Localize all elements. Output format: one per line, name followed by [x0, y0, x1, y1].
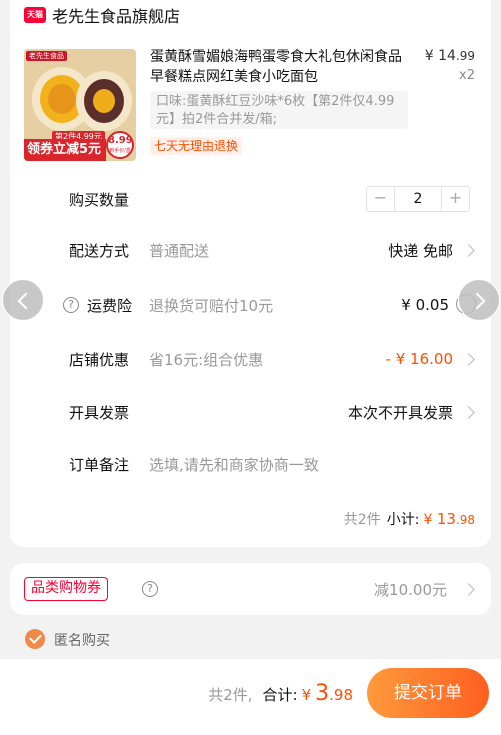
invoice-label: 开具发票 — [69, 403, 130, 422]
chevron-right-icon — [462, 352, 475, 366]
invoice-row[interactable]: 开具发票 本次不开具发票 — [10, 397, 491, 427]
coupon-tag: 品类购物券 — [24, 577, 108, 601]
delivery-sub: 普通配送 — [149, 241, 210, 260]
previous-arrow-icon[interactable] — [2, 279, 44, 321]
help-icon[interactable]: ? — [63, 297, 79, 313]
subtotal: 共2件 小计: ¥ 13.98 — [344, 509, 475, 529]
store-discount-value: - ¥ 16.00 — [385, 350, 453, 368]
product-quantity: x2 — [459, 68, 475, 83]
quantity-stepper[interactable]: − 2 + — [366, 186, 470, 212]
freight-insurance-label: 运费险 — [87, 296, 133, 315]
product-spec[interactable]: 口味:蛋黄酥红豆沙味*6枚【第2件仅4.99元】拍2件合并发/箱; — [150, 91, 408, 129]
store-discount-row[interactable]: 店铺优惠 省16元:组合优惠 - ¥ 16.00 — [10, 344, 491, 374]
price-int: 14 — [438, 48, 456, 64]
checkout-bar: 共2件, 合计: ¥3.98 提交订单 — [0, 659, 501, 735]
subtotal-currency: ¥ — [423, 512, 433, 528]
quantity-value[interactable]: 2 — [395, 187, 441, 211]
chevron-right-icon — [462, 583, 475, 596]
coupon-value: 减10.00元 — [374, 581, 447, 599]
return-policy-tag: 七天无理由退换 — [150, 137, 243, 155]
next-arrow-icon[interactable] — [458, 279, 500, 321]
delivery-label: 配送方式 — [69, 241, 130, 260]
coupon-card[interactable]: 品类购物券 ? 减10.00元 — [10, 563, 491, 615]
submit-order-button[interactable]: 提交订单 — [367, 668, 489, 718]
store-header[interactable]: 天猫 老先生食品旗舰店 — [24, 4, 180, 26]
product-price: ¥ 14.99 — [425, 48, 475, 64]
freight-insurance-row: ? 运费险 退换货可赔付10元 ¥ 0.05 — [10, 290, 491, 320]
subtotal-int: 13 — [436, 510, 456, 528]
price-dec: .99 — [455, 49, 475, 63]
quantity-label: 购买数量 — [69, 190, 130, 209]
price-symbol: ¥ — [424, 48, 434, 64]
decrease-button[interactable]: − — [367, 187, 395, 211]
image-price-value: 8.99 — [108, 135, 133, 146]
invoice-value: 本次不开具发票 — [347, 403, 453, 422]
delivery-value: 快递 免邮 — [388, 241, 453, 260]
store-discount-sub: 省16元:组合优惠 — [149, 350, 264, 369]
total-count: 共2件, — [208, 686, 253, 704]
order-note-label: 订单备注 — [69, 455, 130, 474]
total-dec: .98 — [329, 686, 353, 704]
total-label: 合计: — [262, 686, 298, 704]
product-title[interactable]: 蛋黄酥雪媚娘海鸭蛋零食大礼包休闲食品早餐糕点网红美食小吃面包 — [150, 47, 410, 87]
help-icon[interactable]: ? — [142, 581, 158, 597]
order-note-input[interactable]: 选填,请先和商家协商一致 — [149, 454, 319, 475]
total-amount: ¥3.98 — [302, 681, 353, 706]
image-price-badge: 8.99 到手价/盒 — [106, 131, 134, 159]
chevron-right-icon — [462, 243, 475, 257]
subtotal-amount: ¥ 13.98 — [423, 510, 475, 528]
chevron-right-icon — [462, 405, 475, 419]
total-currency: ¥ — [301, 686, 312, 704]
subtotal-count: 共2件 — [343, 512, 381, 528]
anonymous-label[interactable]: 匿名购买 — [54, 630, 110, 650]
image-brand-tag: 老先生食品 — [26, 51, 67, 61]
tmall-icon: 天猫 — [24, 7, 46, 23]
anonymous-checkbox[interactable] — [25, 629, 45, 649]
order-card: 天猫 老先生食品旗舰店 老先生食品 第2件4.99元 领券立减5元 8.99 到手… — [10, 0, 491, 547]
freight-insurance-value: ¥ 0.05 — [401, 296, 449, 314]
product-image[interactable]: 老先生食品 第2件4.99元 领券立减5元 8.99 到手价/盒 — [24, 49, 136, 161]
freight-insurance-sub: 退换货可赔付10元 — [149, 296, 274, 315]
store-discount-label: 店铺优惠 — [69, 350, 130, 369]
image-promo-main: 领券立减5元 — [24, 139, 106, 161]
delivery-row[interactable]: 配送方式 普通配送 快递 免邮 — [10, 235, 491, 265]
image-price-note: 到手价/盒 — [109, 148, 131, 154]
order-note-row[interactable]: 订单备注 选填,请先和商家协商一致 — [10, 449, 491, 479]
total-int: 3 — [315, 681, 330, 706]
total-info: 共2件, 合计: ¥3.98 — [208, 681, 353, 706]
subtotal-label: 小计: — [386, 512, 420, 528]
subtotal-dec: .98 — [455, 513, 475, 527]
store-name[interactable]: 老先生食品旗舰店 — [52, 3, 180, 27]
increase-button[interactable]: + — [441, 187, 469, 211]
